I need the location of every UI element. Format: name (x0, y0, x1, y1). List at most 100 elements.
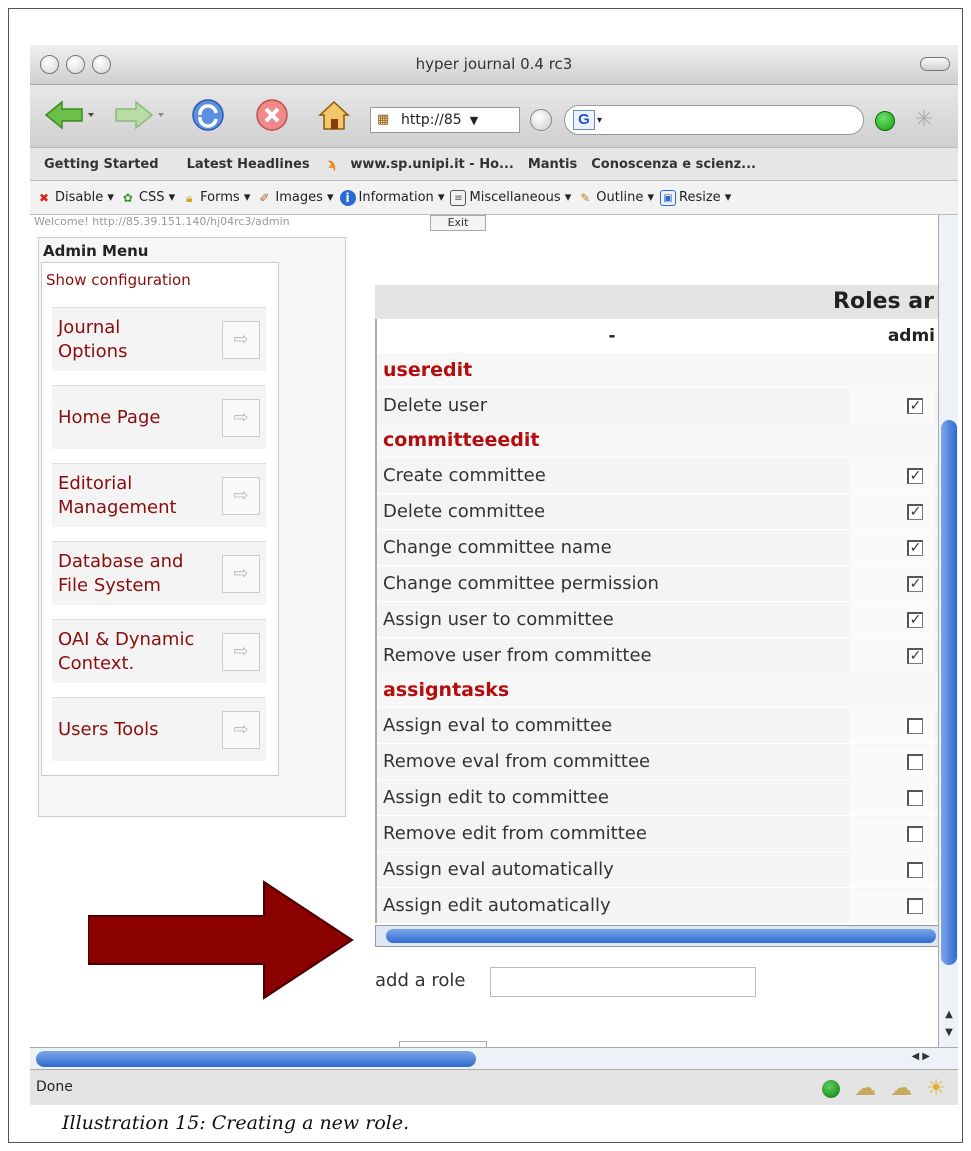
stop-button[interactable] (252, 97, 292, 133)
go-button[interactable] (530, 109, 552, 131)
menu-item-journal-options[interactable]: Journal Options ⇨ (52, 307, 266, 371)
table-horizontal-scrollbar[interactable] (375, 925, 940, 947)
menu-arrow-icon[interactable]: ⇨ (222, 398, 260, 437)
dev-forms-menu[interactable]: 🔒︎ Forms ▾ (181, 190, 250, 206)
scroll-up-icon[interactable]: ▲ (939, 1009, 958, 1027)
menu-item-label: Journal Options (58, 316, 128, 362)
permission-name: Change committee name (383, 537, 612, 558)
image-icon: ✐ (259, 190, 270, 205)
table-header-row: - admi (377, 319, 938, 353)
table-row: Remove user from committee ✓ (377, 637, 938, 673)
toolbar-toggle-button[interactable] (920, 57, 950, 71)
forward-button[interactable] (110, 97, 170, 133)
reload-button[interactable] (188, 97, 228, 133)
exit-button[interactable]: Exit (430, 215, 486, 231)
dev-miscellaneous-menu[interactable]: ≡ Miscellaneous ▾ (450, 189, 571, 206)
scroll-left-right-icon[interactable]: ◀ ▶ (911, 1051, 930, 1062)
bookmark-latest-headlines[interactable]: Latest Headlines ϡ (173, 157, 337, 172)
section-committeeedit: committeeedit (377, 423, 938, 457)
permission-checkbox[interactable] (907, 717, 923, 734)
vertical-scrollbar[interactable]: ▲ ▼ (938, 215, 958, 1047)
scroll-down-icon[interactable]: ▼ (939, 1027, 958, 1045)
pointer-arrow-icon (88, 880, 354, 1000)
stop-icon (256, 99, 288, 131)
home-button[interactable] (314, 97, 354, 133)
permission-name: Remove user from committee (383, 645, 652, 666)
bookmark-sp-unipi[interactable]: www.sp.unipi.it - Ho... (350, 157, 514, 172)
status-icons: ☁ ☁ ☀ (822, 1076, 946, 1101)
dev-css-menu[interactable]: ✿ CSS ▾ (120, 190, 175, 206)
bookmark-mantis[interactable]: Mantis (528, 157, 577, 172)
search-input[interactable]: G ▾ (564, 105, 864, 135)
bookmark-conoscenza[interactable]: Conoscenza e scienz... (591, 157, 756, 172)
activity-spinner-icon: ✳ (915, 107, 934, 132)
show-configuration-link[interactable]: Show configuration (46, 271, 191, 289)
dev-disable-menu[interactable]: ✖ Disable ▾ (36, 190, 114, 206)
permission-checkbox[interactable]: ✓ (907, 539, 923, 556)
table-row: Delete committee ✓ (377, 493, 938, 529)
permission-name: Create committee (383, 465, 546, 486)
navigation-toolbar: ▦ http://85 ▼ G ▾ ✳ (30, 85, 958, 147)
bookmark-getting-started[interactable]: Getting Started (44, 157, 159, 172)
menu-arrow-icon[interactable]: ⇨ (222, 710, 260, 749)
back-button[interactable] (40, 97, 100, 133)
url-text: http://85 (401, 112, 462, 128)
scrollbar-thumb[interactable] (941, 420, 957, 965)
permission-checkbox[interactable] (907, 897, 923, 914)
permission-checkbox[interactable]: ✓ (907, 647, 923, 664)
menu-item-editorial-management[interactable]: Editorial Management ⇨ (52, 463, 266, 527)
table-row: Assign eval automatically (377, 851, 938, 887)
permission-checkbox[interactable] (907, 861, 923, 878)
permission-checkbox[interactable]: ✓ (907, 575, 923, 592)
add-role-input[interactable] (490, 967, 756, 997)
weather-cloud-icon: ☁ (890, 1076, 913, 1101)
menu-item-users-tools[interactable]: Users Tools ⇨ (52, 697, 266, 761)
menu-item-label: OAI & Dynamic Context. (58, 628, 195, 674)
table-row: Delete user ✓ (377, 387, 938, 423)
x-icon: ✖ (38, 190, 50, 205)
permission-checkbox[interactable]: ✓ (907, 611, 923, 628)
menu-arrow-icon[interactable]: ⇨ (222, 554, 260, 593)
welcome-text: Welcome! http://85.39.151.140/hj04rc3/ad… (34, 215, 290, 228)
permission-checkbox[interactable]: ✓ (907, 467, 923, 484)
status-green-icon (822, 1079, 841, 1098)
web-developer-toolbar: ✖ Disable ▾ ✿ CSS ▾ 🔒︎ Forms ▾ ✐ Images ▾ iI… (30, 181, 958, 215)
menu-item-oai-dynamic-context[interactable]: OAI & Dynamic Context. ⇨ (52, 619, 266, 683)
lock-icon: 🔒︎ (185, 190, 193, 205)
permission-checkbox[interactable] (907, 753, 923, 770)
search-engine-dropdown-icon[interactable]: ▾ (597, 115, 602, 126)
permission-name: Change committee permission (383, 573, 659, 594)
pencil-icon: ✎ (580, 190, 591, 205)
status-bar: Done ☁ ☁ ☀ (30, 1069, 958, 1105)
menu-arrow-icon[interactable]: ⇨ (222, 320, 260, 359)
permission-checkbox[interactable] (907, 825, 923, 842)
roles-panel: Roles ar - admi useredit Delete user ✓ co… (375, 285, 940, 947)
permission-checkbox[interactable]: ✓ (907, 397, 923, 414)
menu-item-database-file-system[interactable]: Database and File System ⇨ (52, 541, 266, 605)
url-history-dropdown[interactable]: ▼ (470, 114, 478, 127)
google-search-engine-icon[interactable]: G (573, 110, 595, 130)
home-icon (318, 100, 350, 130)
scrollbar-thumb[interactable] (386, 929, 936, 943)
menu-item-home-page[interactable]: Home Page ⇨ (52, 385, 266, 449)
dev-images-menu[interactable]: ✐ Images ▾ (256, 190, 333, 206)
permission-checkbox[interactable]: ✓ (907, 503, 923, 520)
status-text: Done (36, 1079, 73, 1095)
permission-checkbox[interactable] (907, 789, 923, 806)
permission-name: Assign edit to committee (383, 787, 609, 808)
admin-menu-title: Admin Menu (43, 242, 149, 260)
section-assigntasks: assigntasks (377, 673, 938, 707)
menu-item-label: Home Page (58, 406, 161, 428)
admin-column-header: admi (887, 326, 935, 346)
scrollbar-thumb[interactable] (36, 1051, 476, 1067)
horizontal-scrollbar[interactable]: ◀ ▶ (30, 1047, 958, 1069)
table-row: Remove eval from committee (377, 743, 938, 779)
menu-arrow-icon[interactable]: ⇨ (222, 632, 260, 671)
table-row: Remove edit from committee (377, 815, 938, 851)
dev-outline-menu[interactable]: ✎ Outline ▾ (577, 190, 654, 206)
dev-information-menu[interactable]: i Information ▾ (339, 189, 444, 206)
url-bar[interactable]: ▦ http://85 ▼ (370, 107, 520, 133)
permission-column-header: - (608, 326, 616, 346)
menu-arrow-icon[interactable]: ⇨ (222, 476, 260, 515)
dev-resize-menu[interactable]: ▣ Resize ▾ (660, 189, 731, 206)
